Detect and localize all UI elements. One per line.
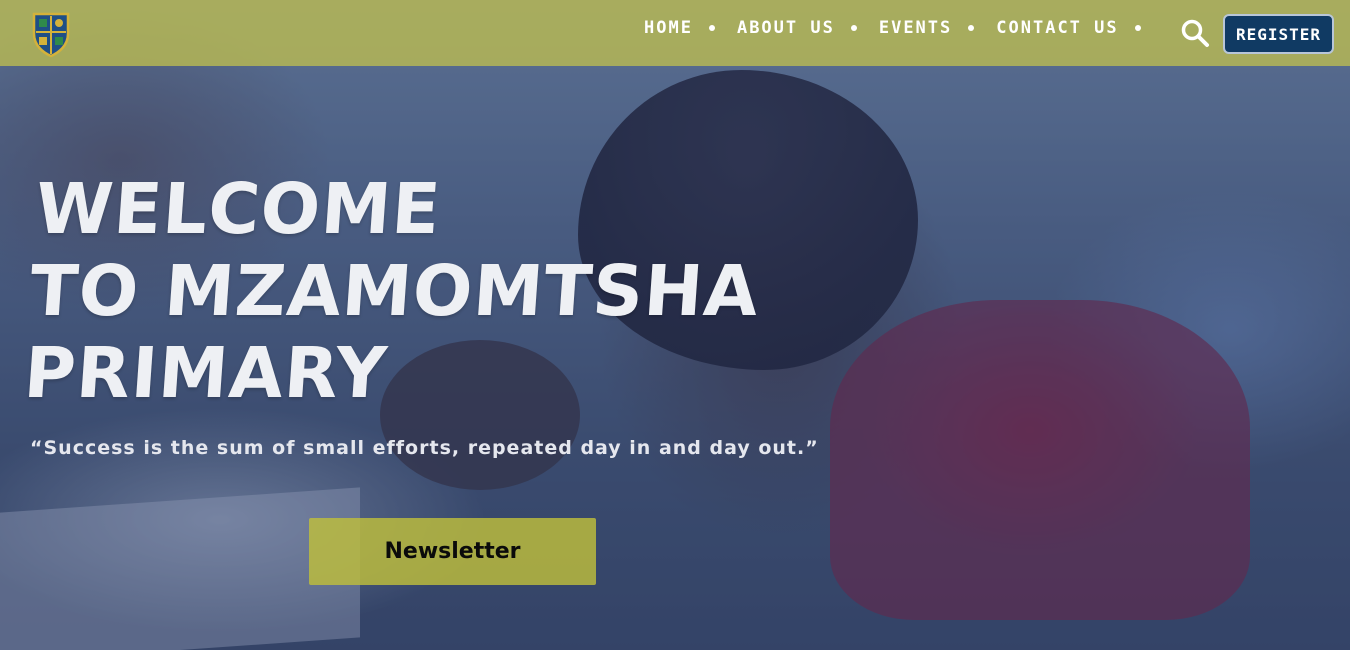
school-crest-icon[interactable] xyxy=(30,10,72,58)
nav-home[interactable]: Home xyxy=(644,18,737,38)
nav-separator-dot xyxy=(850,25,857,31)
search-icon[interactable] xyxy=(1180,18,1210,48)
main-nav: Home About Us Events Contact Us xyxy=(644,16,1163,40)
nav-about-us[interactable]: About Us xyxy=(737,18,879,38)
hero-title-line: Welcome xyxy=(32,168,444,250)
nav-separator-dot xyxy=(708,25,715,31)
register-button[interactable]: Register xyxy=(1223,14,1334,54)
nav-contact-us-label[interactable]: Contact Us xyxy=(996,18,1118,38)
nav-separator-dot xyxy=(1134,25,1141,31)
hero-title: Welcome to Mzamomtsha Primary xyxy=(21,168,762,414)
site-header: Home About Us Events Contact Us Register xyxy=(0,0,1350,66)
nav-events[interactable]: Events xyxy=(879,18,996,38)
hero-title-line: to Mzamomtsha xyxy=(27,250,762,332)
nav-separator-dot xyxy=(968,25,975,31)
newsletter-button[interactable]: Newsletter xyxy=(309,518,596,585)
nav-home-label[interactable]: Home xyxy=(644,18,693,38)
nav-about-us-label[interactable]: About Us xyxy=(737,18,835,38)
nav-events-label[interactable]: Events xyxy=(879,18,952,38)
nav-contact-us[interactable]: Contact Us xyxy=(996,18,1162,38)
hero-quote: “Success is the sum of small efforts, re… xyxy=(30,437,819,459)
hero-title-line: Primary xyxy=(21,332,390,414)
